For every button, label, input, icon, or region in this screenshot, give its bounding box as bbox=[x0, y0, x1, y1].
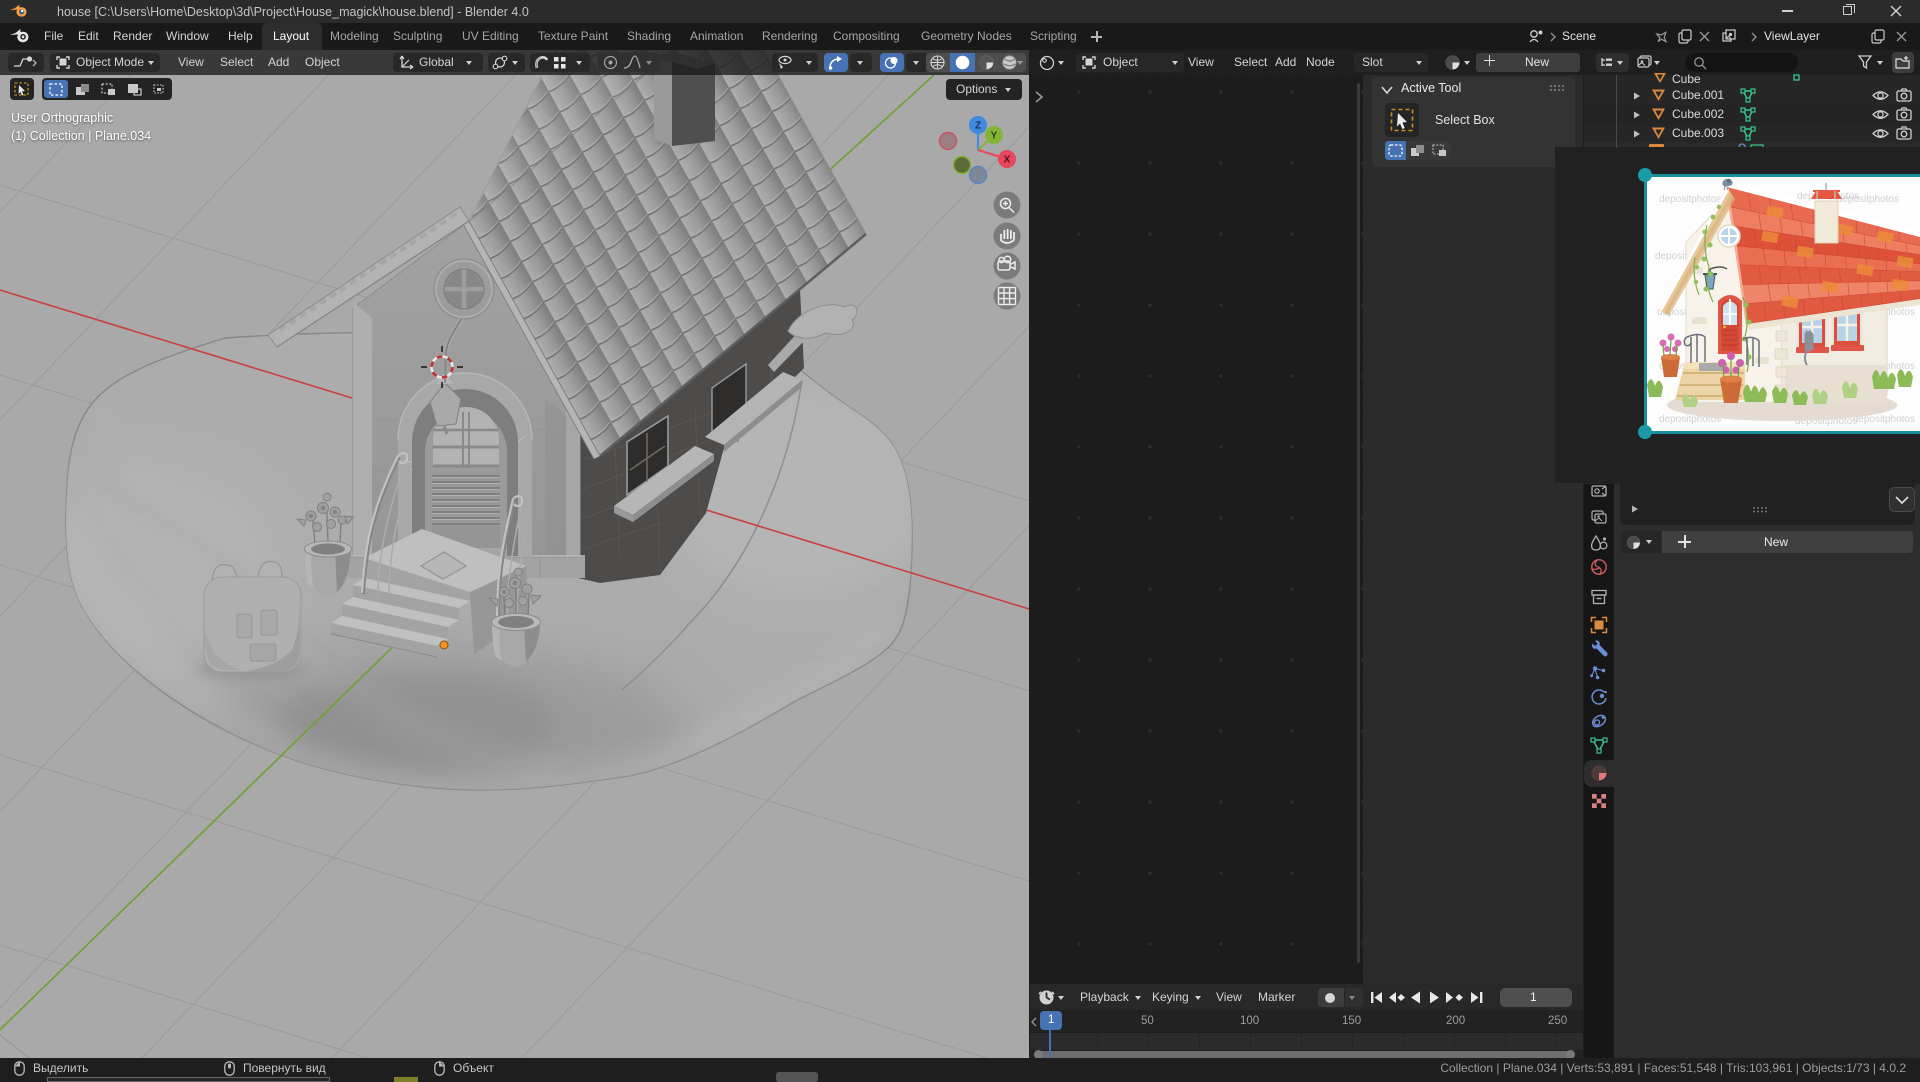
svg-text:X: X bbox=[1004, 155, 1011, 166]
svg-text:Z: Z bbox=[975, 121, 981, 132]
svg-text:depositphotos: depositphotos bbox=[1837, 194, 1899, 205]
svg-text:Y: Y bbox=[991, 131, 998, 142]
svg-text:depositphotos: depositphotos bbox=[1659, 194, 1721, 205]
